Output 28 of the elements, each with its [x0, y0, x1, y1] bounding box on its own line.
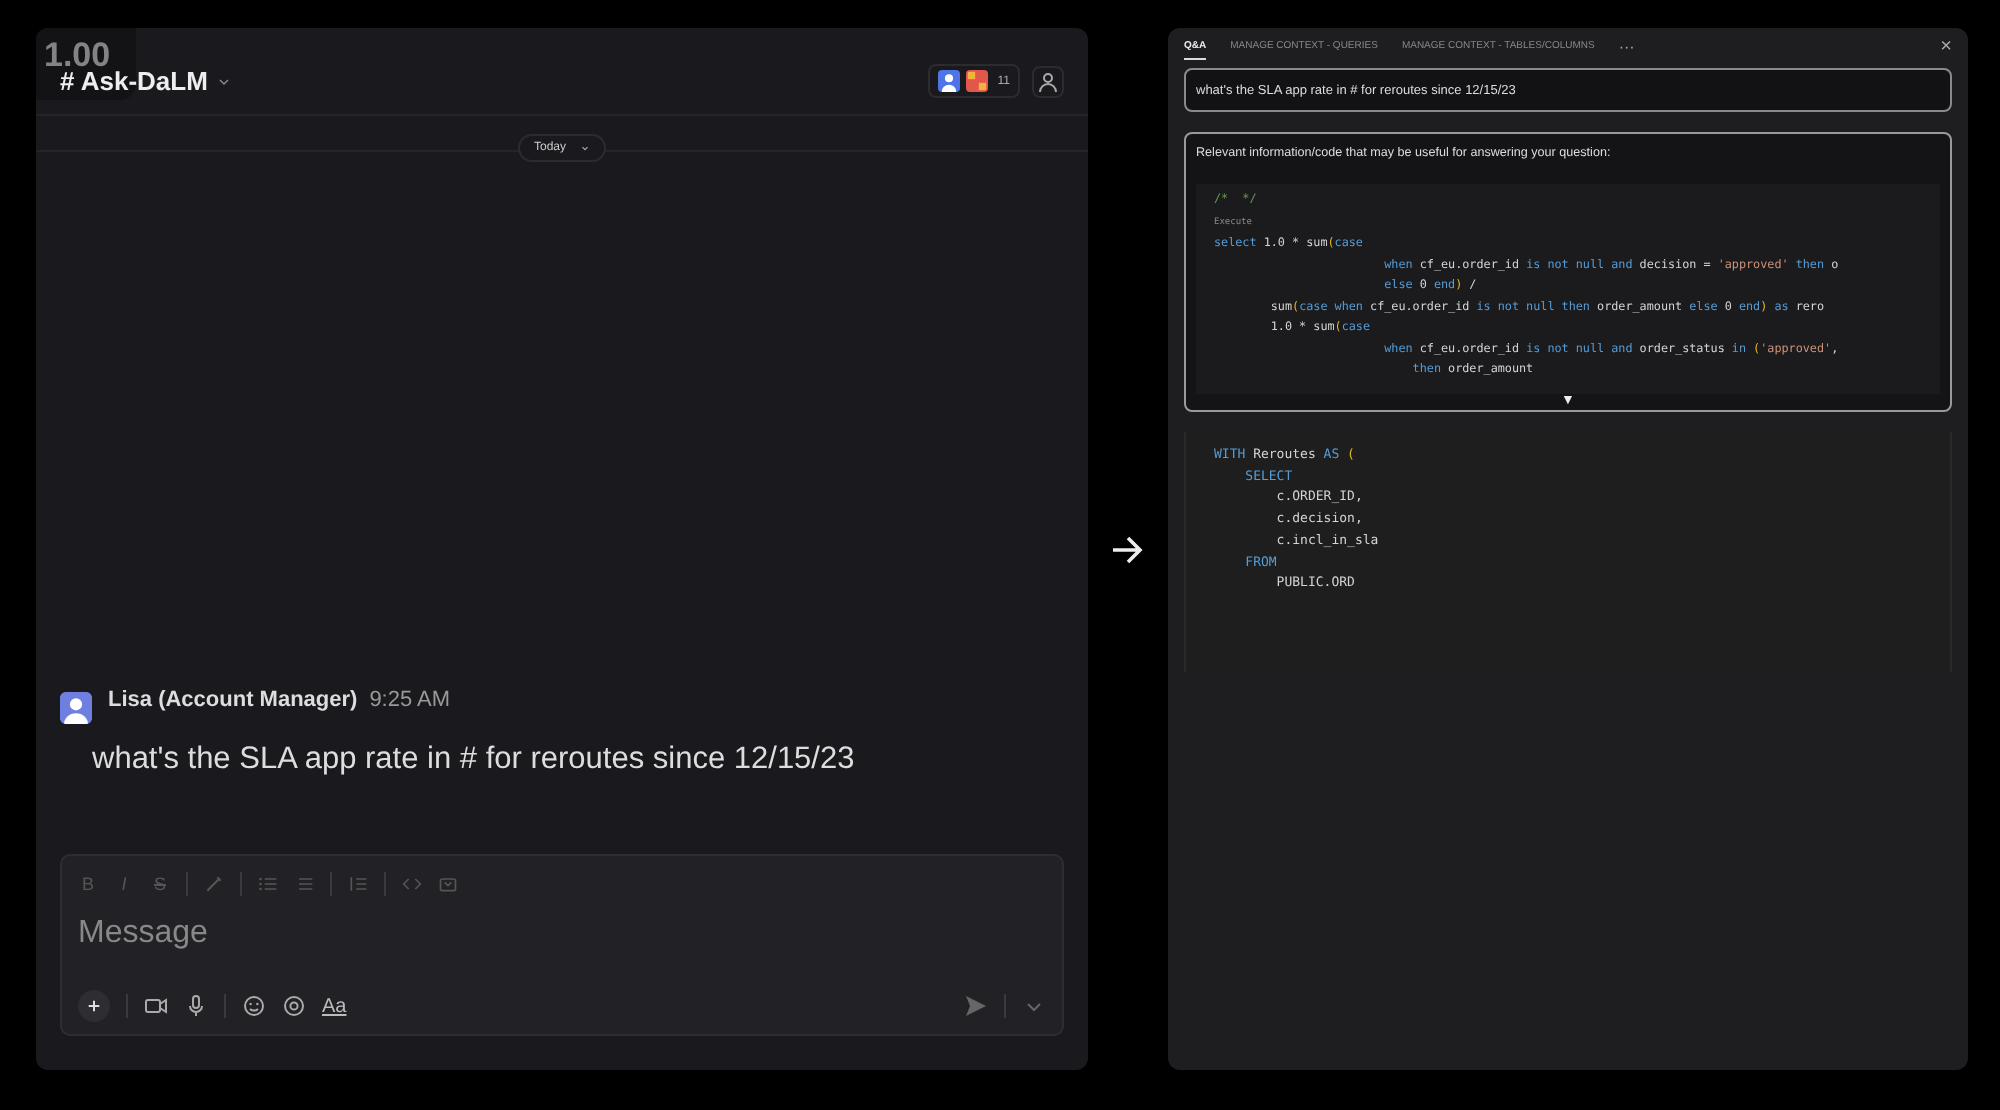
- send-icon[interactable]: [964, 994, 988, 1018]
- caret-icon: [580, 142, 590, 154]
- person-icon: [1036, 69, 1060, 93]
- quote-icon[interactable]: [348, 874, 368, 894]
- message-text: what's the SLA app rate in # for reroutes since 12/15/23: [92, 742, 857, 778]
- add-button[interactable]: [78, 990, 110, 1022]
- microphone-icon[interactable]: [184, 994, 208, 1018]
- close-button[interactable]: ×: [1940, 35, 1952, 57]
- avatar-icon: [60, 692, 92, 724]
- author-name[interactable]: Lisa (Account Manager): [108, 688, 358, 712]
- avatar-icon: [965, 70, 988, 92]
- emoji-icon[interactable]: [242, 994, 266, 1018]
- caret-icon[interactable]: [215, 75, 232, 87]
- avatar-icon: [937, 70, 960, 92]
- add-person-button[interactable]: [1032, 65, 1064, 97]
- numbered-list-icon[interactable]: [294, 874, 314, 894]
- arrow-icon: [1110, 531, 1146, 567]
- link-icon[interactable]: [204, 874, 224, 894]
- message-input[interactable]: Message: [78, 916, 1046, 952]
- video-icon[interactable]: [144, 994, 168, 1018]
- channel-name[interactable]: # Ask-DaLM: [60, 66, 208, 96]
- code-block-icon[interactable]: [438, 874, 458, 894]
- mention-icon[interactable]: [282, 994, 306, 1018]
- text-format-button[interactable]: Aa: [322, 995, 347, 1017]
- bulleted-list-icon[interactable]: [258, 874, 278, 894]
- message-time: 9:25 AM: [369, 688, 451, 712]
- code-icon[interactable]: [402, 874, 422, 894]
- more-button[interactable]: ···: [1618, 37, 1635, 55]
